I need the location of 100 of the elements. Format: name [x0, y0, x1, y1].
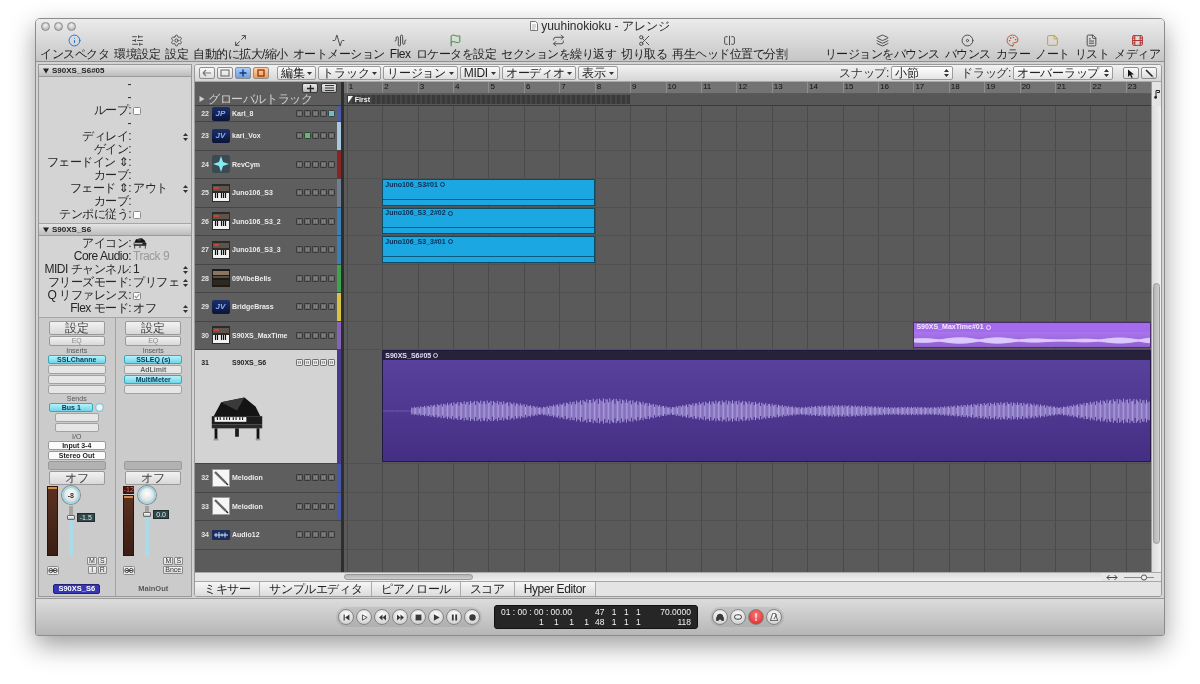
scroll-thumb[interactable]	[1153, 283, 1160, 545]
pointer-tool-button[interactable]	[1123, 67, 1139, 79]
toolbar-button[interactable]: ロケータを設定	[415, 33, 496, 61]
volume-fader[interactable]	[66, 506, 75, 556]
track-toggle-icon[interactable]	[320, 189, 327, 197]
track-toggle-icon[interactable]	[320, 358, 327, 366]
disclosure-icon[interactable]	[43, 226, 49, 233]
add-track-button[interactable]	[302, 83, 318, 93]
toolbar-button[interactable]: リージョンをバウンス	[824, 33, 940, 61]
track-toggle-icon[interactable]	[304, 246, 311, 254]
toolbar-button[interactable]: 設定	[165, 33, 188, 61]
scroll-thumb[interactable]	[344, 574, 473, 580]
track-toggle-icon[interactable]	[328, 303, 335, 311]
editor-tab[interactable]: Hyper Editor	[514, 582, 596, 596]
checkbox[interactable]	[133, 291, 141, 300]
track-toggle-icon[interactable]	[296, 217, 303, 225]
toolbar-button[interactable]: セクションを繰り返す	[501, 33, 616, 61]
track-toggle-icon[interactable]	[320, 531, 327, 539]
track-toggle-icon[interactable]	[296, 246, 303, 254]
menu-button[interactable]: トラック	[318, 66, 382, 80]
track-toggle-icon[interactable]	[320, 502, 327, 510]
track-toggle-icon[interactable]	[328, 132, 335, 140]
close-icon[interactable]	[41, 21, 50, 31]
track-toggle-icon[interactable]	[296, 160, 303, 168]
stepper-icon[interactable]	[944, 69, 950, 77]
fader-thumb[interactable]	[143, 511, 152, 517]
toolbar-button[interactable]: 再生ヘッド位置で分割	[672, 33, 787, 61]
editor-tab[interactable]: ピアノロール	[372, 582, 461, 596]
mode-button[interactable]	[766, 609, 782, 625]
editor-tab[interactable]: スコア	[460, 582, 515, 596]
send-slot[interactable]	[54, 423, 99, 432]
track-toggle-icon[interactable]	[296, 531, 303, 539]
track-toggle-icon[interactable]	[320, 132, 327, 140]
menu-button[interactable]: オーディオ	[501, 66, 577, 80]
track-toggle-icon[interactable]	[304, 474, 311, 482]
drag-dropdown[interactable]: オーバーラップ	[1013, 66, 1113, 80]
horizontal-scrollbar[interactable]	[344, 573, 1101, 581]
stepper-icon[interactable]	[183, 132, 188, 141]
track-toggle-icon[interactable]	[328, 274, 335, 282]
track-toggle-icon[interactable]	[304, 331, 311, 339]
track-toggle-icon[interactable]	[320, 217, 327, 225]
toolbar-button[interactable]: 自動的に拡大/縮小	[193, 33, 288, 61]
track-toggle-icon[interactable]	[296, 358, 303, 366]
track-toggle-icon[interactable]	[328, 331, 335, 339]
menu-button[interactable]: リージョン	[383, 66, 458, 80]
track-toggle-icon[interactable]	[312, 303, 319, 311]
track-toggle-icon[interactable]	[320, 331, 327, 339]
send-slot[interactable]	[54, 413, 99, 422]
insert-slot[interactable]	[47, 365, 106, 374]
go-to-start-button[interactable]	[338, 609, 354, 625]
track-toggle-icon[interactable]	[312, 358, 319, 366]
list-button[interactable]	[321, 83, 337, 93]
track-toggle-icon[interactable]	[304, 132, 311, 140]
vertical-scrollbar[interactable]	[1152, 106, 1161, 572]
insert-slot[interactable]	[124, 385, 183, 394]
track-toggle-icon[interactable]	[304, 217, 311, 225]
track-toggle-icon[interactable]	[296, 189, 303, 197]
insert-slot[interactable]	[47, 385, 106, 394]
track-toggle-icon[interactable]	[312, 474, 319, 482]
toolbar-button[interactable]: ノート	[1035, 33, 1070, 61]
toolbar-button[interactable]: オートメーション	[292, 33, 385, 61]
track-toggle-icon[interactable]	[328, 531, 335, 539]
toolbar-button[interactable]: インスペクタ	[40, 33, 109, 61]
snap-dropdown[interactable]: 小節	[891, 66, 954, 80]
link-icon[interactable]	[46, 566, 59, 575]
track-toggle-icon[interactable]	[296, 331, 303, 339]
track-toggle-icon[interactable]	[312, 502, 319, 510]
track-toggle-icon[interactable]	[312, 531, 319, 539]
toolbar-button[interactable]: 切り取る	[621, 33, 667, 61]
track-toggle-icon[interactable]	[312, 217, 319, 225]
track-toggle-icon[interactable]	[304, 274, 311, 282]
section-header[interactable]: S90XS_S6#05	[39, 65, 191, 77]
pan-knob-icon[interactable]	[138, 486, 157, 504]
track-toggle-icon[interactable]	[304, 531, 311, 539]
zoom-icon[interactable]	[67, 21, 76, 31]
toolbar-button[interactable]: Flex	[389, 33, 411, 61]
track-toggle-icon[interactable]	[296, 132, 303, 140]
track-toggle-icon[interactable]	[328, 246, 335, 254]
toolbar-button[interactable]: カラー	[995, 33, 1030, 61]
stepper-icon[interactable]	[1104, 69, 1109, 77]
square-toggle-button[interactable]	[253, 67, 269, 79]
track-toggle-icon[interactable]	[296, 274, 303, 282]
pause-button[interactable]	[446, 609, 462, 625]
track-toggle-icon[interactable]	[296, 474, 303, 482]
stop-button[interactable]	[410, 609, 426, 625]
section-header[interactable]: S90XS_S6	[39, 224, 191, 236]
frame-button[interactable]	[217, 67, 233, 79]
checkbox[interactable]	[133, 106, 141, 115]
insert-slot[interactable]	[47, 375, 106, 384]
track-toggle-icon[interactable]	[328, 160, 335, 168]
track-toggle-icon[interactable]	[320, 303, 327, 311]
settings-button[interactable]: 設定	[125, 321, 182, 335]
editor-tab[interactable]: ミキサー	[195, 582, 261, 596]
automation-button[interactable]: オフ	[125, 471, 182, 485]
back-button[interactable]	[199, 67, 215, 79]
automation-button[interactable]: オフ	[48, 471, 105, 485]
disclosure-icon[interactable]	[43, 67, 49, 74]
fader-thumb[interactable]	[66, 515, 75, 520]
track-toggle-icon[interactable]	[304, 189, 311, 197]
track-toggle-icon[interactable]	[296, 502, 303, 510]
